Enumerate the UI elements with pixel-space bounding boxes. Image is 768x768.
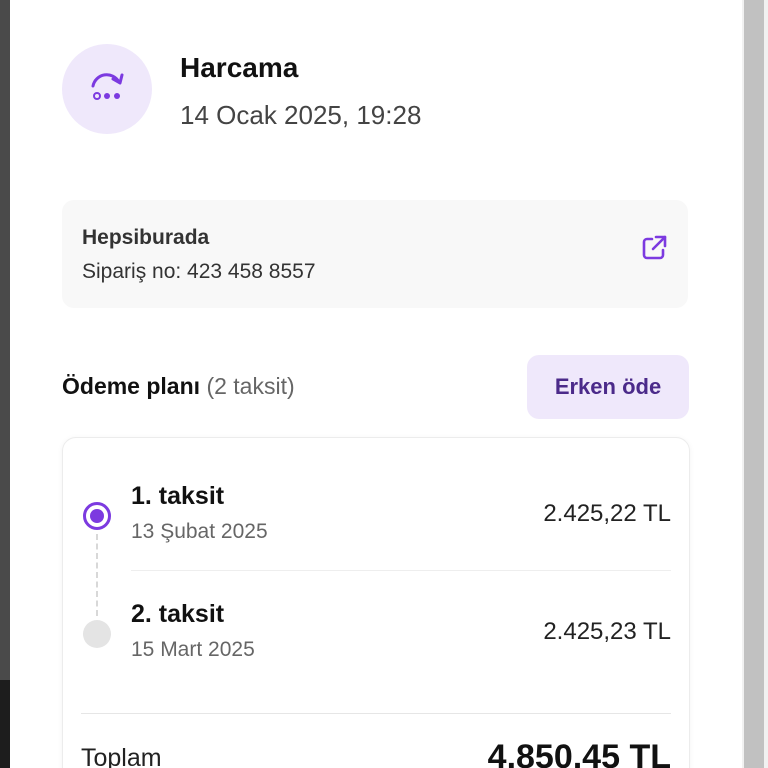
timeline-connector (96, 534, 98, 616)
scrollbar-thumb[interactable] (744, 0, 764, 768)
transaction-title: Harcama (180, 52, 299, 83)
installment-1-amount: 2.425,22 TL (543, 500, 671, 527)
early-pay-button[interactable]: Erken öde (527, 355, 689, 419)
payment-plan-heading: Ödeme planı (2 taksit) (62, 373, 295, 400)
total-label: Toplam (81, 744, 162, 768)
transaction-datetime: 14 Ocak 2025, 19:28 (180, 100, 422, 130)
installment-2-label: 2. taksit (131, 600, 225, 628)
installment-1-radio[interactable] (83, 502, 111, 530)
installment-1-date: 13 Şubat 2025 (131, 520, 268, 543)
background-shadow (0, 680, 10, 768)
installment-2-date: 15 Mart 2025 (131, 638, 255, 661)
installment-count: (2 taksit) (206, 373, 295, 399)
total-divider (81, 713, 671, 714)
installment-1-label: 1. taksit (131, 482, 225, 510)
background-strip (0, 0, 10, 768)
payment-plan-title: Ödeme planı (62, 373, 201, 399)
order-number: Sipariş no: 423 458 8557 (82, 260, 316, 283)
merchant-name: Hepsiburada (82, 226, 210, 249)
installments-card: 1. taksit 13 Şubat 2025 2.425,22 TL 2. t… (62, 437, 690, 768)
row-divider (131, 570, 671, 571)
installment-2-radio[interactable] (83, 620, 111, 648)
merchant-card: Hepsiburada Sipariş no: 423 458 8557 (62, 200, 688, 308)
repeat-dots-icon (85, 65, 129, 114)
transaction-detail-panel: Harcama 14 Ocak 2025, 19:28 Hepsiburada … (10, 0, 742, 768)
total-amount: 4.850,45 TL (487, 738, 671, 768)
transaction-avatar (62, 44, 152, 134)
installment-2-amount: 2.425,23 TL (543, 618, 671, 645)
external-link-icon[interactable] (638, 232, 670, 264)
